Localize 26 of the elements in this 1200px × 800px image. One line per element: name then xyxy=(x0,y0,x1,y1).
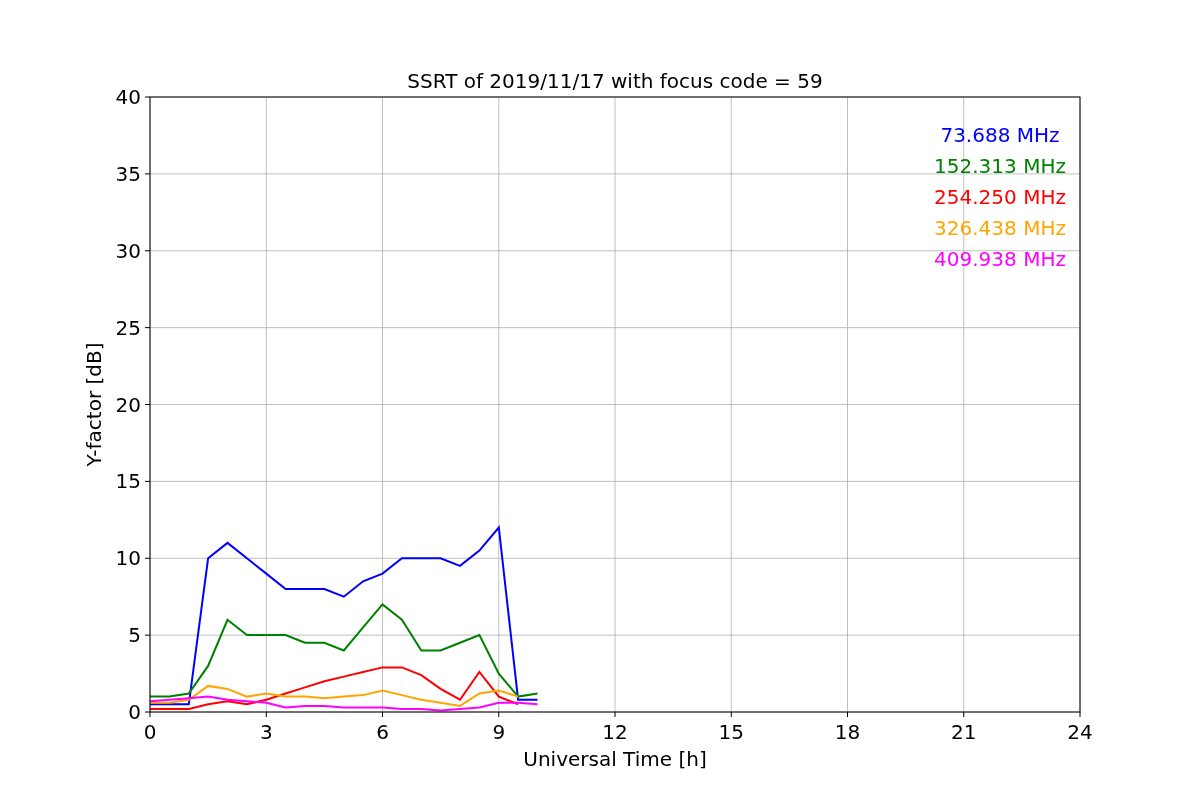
tick-label: 35 xyxy=(115,161,141,186)
tick-label: 21 xyxy=(951,720,977,744)
tick-label: 0 xyxy=(143,720,157,744)
tick-label: 18 xyxy=(834,720,861,744)
tick-label: 15 xyxy=(115,469,141,494)
axis-label: Universal Time [h] xyxy=(523,747,707,771)
tick-label: 5 xyxy=(128,623,141,648)
chart-title: SSRT of 2019/11/17 with focus code = 59 xyxy=(407,69,823,93)
tick-label: 20 xyxy=(115,392,141,417)
tick-label: 25 xyxy=(115,315,141,340)
axis-label: Y-factor [dB] xyxy=(82,342,106,467)
legend-label: 254.250 MHz xyxy=(934,185,1066,209)
tick-label: 12 xyxy=(602,720,628,744)
tick-label: 0 xyxy=(128,700,141,724)
tick-label: 40 xyxy=(115,85,141,109)
legend-label: 152.313 MHz xyxy=(934,154,1066,178)
tick-label: 24 xyxy=(1067,720,1093,744)
legend-label: 326.438 MHz xyxy=(934,216,1066,240)
tick-label: 6 xyxy=(376,720,389,744)
tick-label: 9 xyxy=(492,720,506,744)
tick-label: 10 xyxy=(115,546,141,571)
tick-label: 15 xyxy=(718,720,744,744)
tick-label: 30 xyxy=(115,238,141,263)
tick-label: 3 xyxy=(259,720,273,744)
legend-label: 73.688 MHz xyxy=(940,123,1060,147)
legend-label: 409.938 MHz xyxy=(934,247,1066,271)
